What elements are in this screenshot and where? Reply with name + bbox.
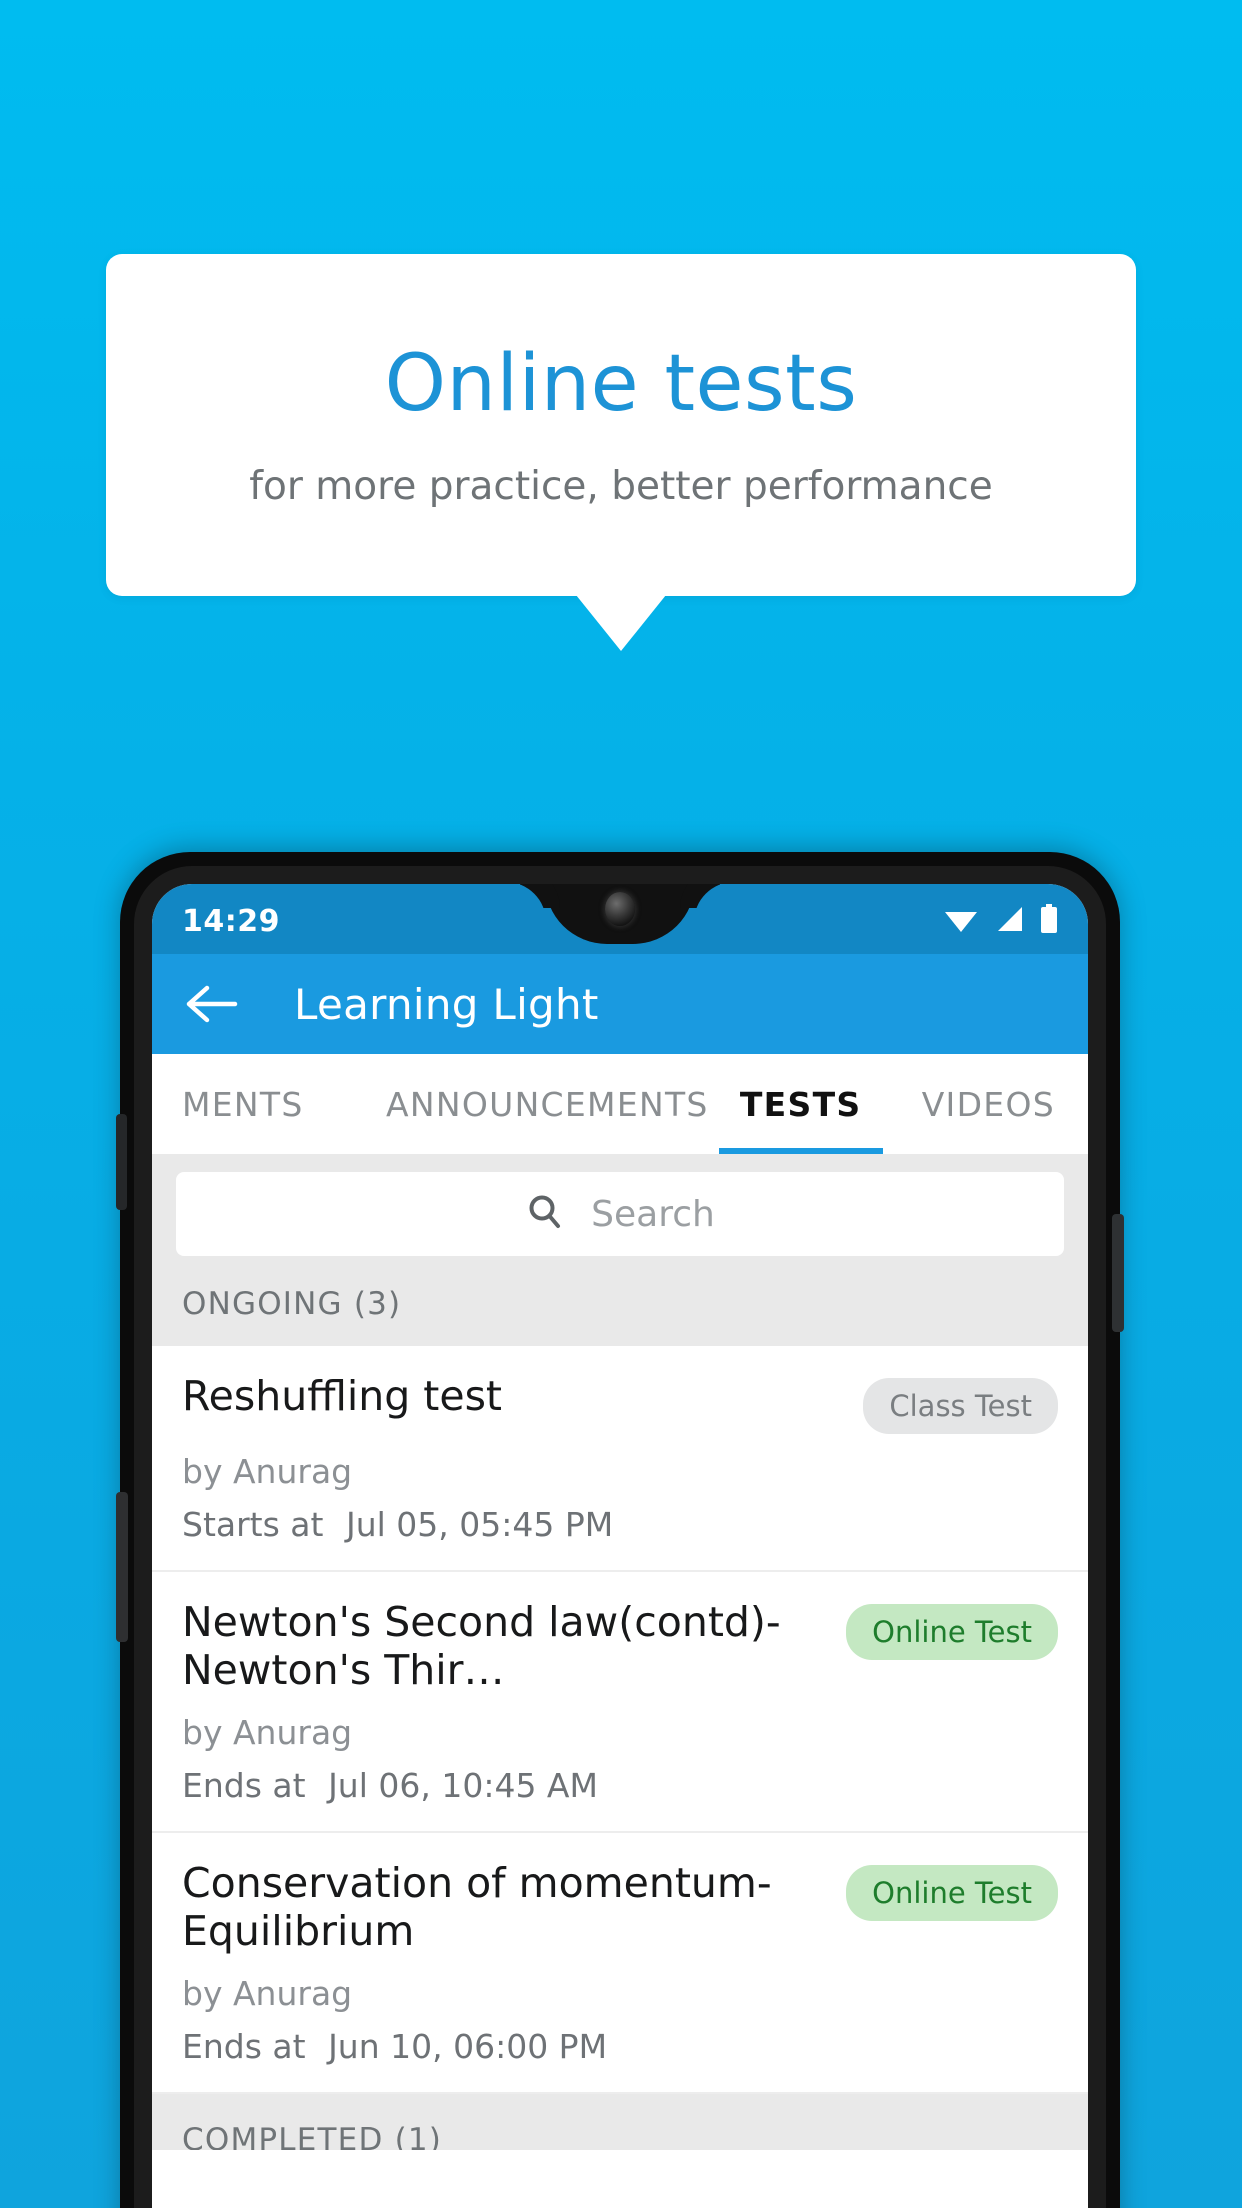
- phone-mockup: 14:29 Learning Light MENTS ANNOUNCEMENTS…: [116, 852, 1124, 2208]
- front-camera-icon: [605, 892, 635, 926]
- tests-list: Reshuffling test Class Test by Anurag St…: [152, 1346, 1088, 2094]
- test-title: Newton's Second law(contd)-Newton's Thir…: [182, 1598, 781, 1695]
- volume-down-button[interactable]: [116, 1492, 128, 1642]
- back-arrow-icon[interactable]: [186, 978, 238, 1030]
- list-item-header: Reshuffling test Class Test: [182, 1372, 1058, 1434]
- schedule-value: Jul 05, 05:45 PM: [345, 1505, 614, 1544]
- test-author: by Anurag: [182, 1973, 353, 2013]
- schedule-value: Jun 10, 06:00 PM: [328, 2026, 608, 2066]
- test-author: by Anurag: [182, 1712, 353, 1752]
- promo-callout-card: Online tests for more practice, better p…: [106, 254, 1136, 651]
- test-schedule: Starts at Jul 05, 05:45 PM: [182, 1505, 1058, 1544]
- power-button[interactable]: [1112, 1214, 1124, 1332]
- status-badge: Class Test: [863, 1378, 1058, 1434]
- app-bar: Learning Light: [152, 954, 1088, 1054]
- test-author: by Anurag: [182, 1452, 353, 1491]
- list-item[interactable]: Reshuffling test Class Test by Anurag St…: [152, 1346, 1088, 1572]
- status-badge: Online Test: [846, 1864, 1058, 1921]
- tab-announcements[interactable]: ANNOUNCEMENTS: [382, 1054, 713, 1154]
- app-bar-title: Learning Light: [294, 979, 599, 1029]
- test-schedule: Ends at Jul 06, 10:45 AM: [182, 1766, 1058, 1805]
- section-header-completed: COMPLETED (1): [152, 2093, 1088, 2150]
- search-placeholder: Search: [591, 1193, 715, 1235]
- schedule-label: Ends at: [182, 2026, 306, 2066]
- tab-bar: MENTS ANNOUNCEMENTS TESTS VIDEOS: [152, 1054, 1088, 1154]
- list-item[interactable]: Newton's Second law(contd)-Newton's Thir…: [152, 1572, 1088, 1833]
- search-container: Search: [152, 1154, 1088, 1276]
- schedule-label: Ends at: [182, 1765, 306, 1805]
- promo-subtitle: for more practice, better performance: [249, 463, 993, 509]
- schedule-label: Starts at: [182, 1505, 324, 1544]
- list-item-header: Conservation of momentum-Equilibrium Onl…: [182, 1859, 1058, 1956]
- list-item-header: Newton's Second law(contd)-Newton's Thir…: [182, 1598, 1058, 1695]
- search-icon: [525, 1192, 565, 1236]
- test-schedule: Ends at Jun 10, 06:00 PM: [182, 2027, 1058, 2066]
- volume-up-button[interactable]: [116, 1114, 127, 1210]
- tab-tests[interactable]: TESTS: [713, 1054, 889, 1154]
- wifi-icon: [944, 905, 978, 937]
- test-title: Reshuffling test: [182, 1372, 503, 1420]
- promo-title: Online tests: [384, 338, 858, 429]
- status-badge: Online Test: [846, 1604, 1058, 1660]
- status-bar: 14:29: [152, 884, 1088, 954]
- tab-assignments[interactable]: MENTS: [152, 1054, 382, 1154]
- callout-tail-triangle: [576, 595, 666, 651]
- tab-videos[interactable]: VIDEOS: [889, 1054, 1088, 1154]
- promo-stage: Online tests for more practice, better p…: [0, 0, 1242, 2208]
- cellular-signal-icon: [994, 905, 1024, 937]
- search-input[interactable]: Search: [176, 1172, 1064, 1256]
- battery-icon: [1040, 904, 1058, 938]
- waterdrop-notch: [545, 884, 695, 944]
- status-icons: [944, 904, 1058, 938]
- tests-content: Search ONGOING (3) Reshuffling test Clas…: [152, 1154, 1088, 2150]
- status-time: 14:29: [182, 903, 280, 939]
- test-title: Conservation of momentum-Equilibrium: [182, 1858, 772, 1956]
- schedule-value: Jul 06, 10:45 AM: [328, 1765, 598, 1805]
- phone-screen: 14:29 Learning Light MENTS ANNOUNCEMENTS…: [152, 884, 1088, 2208]
- list-item[interactable]: Conservation of momentum-Equilibrium Onl…: [152, 1833, 1088, 2094]
- section-header-ongoing: ONGOING (3): [152, 1276, 1088, 1346]
